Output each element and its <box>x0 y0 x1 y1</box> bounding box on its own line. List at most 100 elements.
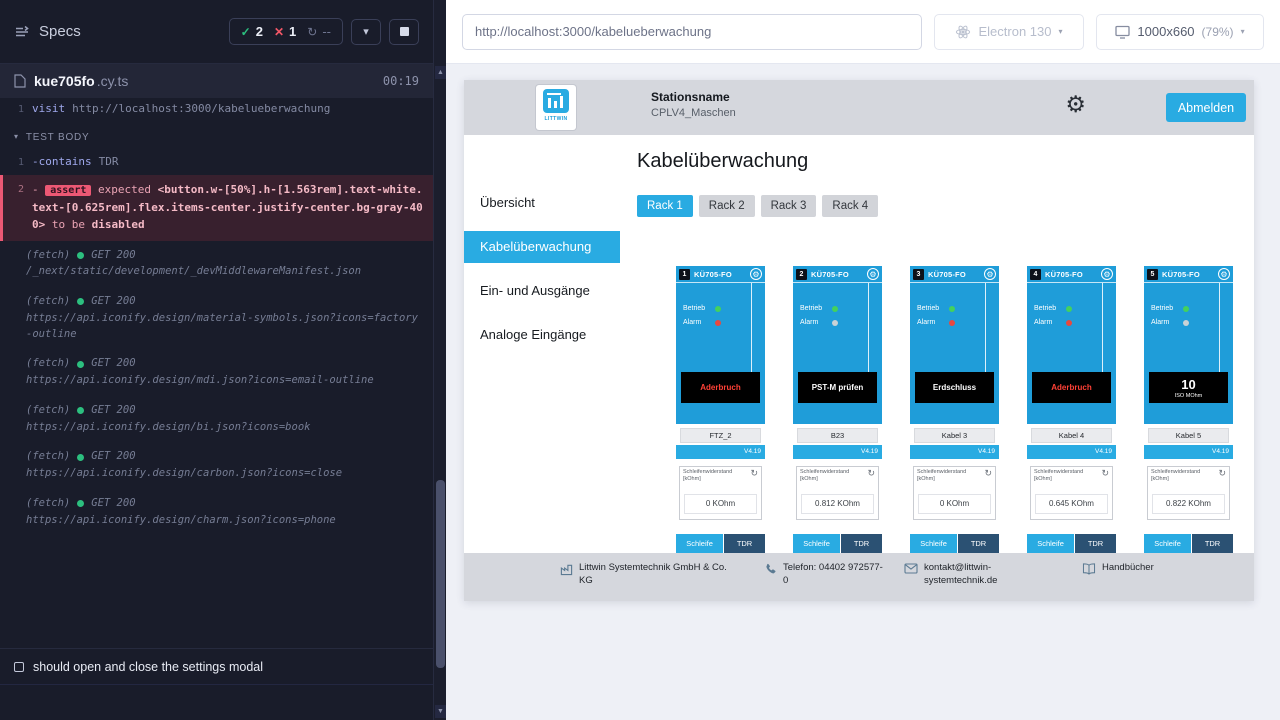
command-args: TDR <box>99 155 119 168</box>
fetch-log-entry[interactable]: (fetch)GET 200 https://api.iconify.desig… <box>0 349 433 396</box>
status-ok-dot <box>77 361 84 368</box>
fetch-head: (fetch)GET 200 <box>26 294 421 310</box>
footer-manuals[interactable]: Handbücher <box>1082 562 1232 575</box>
betrieb-label: Betrieb <box>800 305 828 312</box>
card-bottom: B23 V4.19 Schleifenwiderstand [kOhm] ↻ 0… <box>793 424 882 553</box>
status-text: Erdschluss <box>933 383 976 392</box>
runner-scrollbar[interactable]: ▲ ▼ <box>433 0 446 720</box>
alarm-row: Alarm <box>793 319 863 326</box>
fetch-status: GET 200 <box>91 248 135 264</box>
main-content: Kabelüberwachung Rack 1 Rack 2 Rack 3 Ra… <box>620 135 1254 553</box>
fetch-log-entry[interactable]: (fetch)GET 200 https://api.iconify.desig… <box>0 396 433 443</box>
tab-rack-4[interactable]: Rack 4 <box>822 195 878 217</box>
card-number-badge: 3 <box>913 269 924 280</box>
fetch-log-entry[interactable]: (fetch)GET 200 https://api.iconify.desig… <box>0 489 433 536</box>
card-number-badge: 2 <box>796 269 807 280</box>
command-assert-failed[interactable]: 2 - assert expected <button.w-[50%].h-[1… <box>0 175 433 241</box>
tdr-button[interactable]: TDR <box>958 534 999 553</box>
url-input[interactable] <box>462 14 922 50</box>
fetch-head: (fetch)GET 200 <box>26 248 421 264</box>
tdr-button[interactable]: TDR <box>724 534 765 553</box>
status-ok-dot <box>77 454 84 461</box>
device-card-2: 2 KÜ705-FO ⚙ Betrieb Alarm <box>793 266 882 553</box>
next-test-title[interactable]: should open and close the settings modal <box>0 649 433 685</box>
refresh-icon[interactable]: ↻ <box>1101 468 1109 479</box>
nav-uebersicht[interactable]: Übersicht <box>464 187 620 219</box>
aut-stage: Electron 130 ▾ 1000x660 (79%) ▾ LITTWIN … <box>446 0 1280 720</box>
tab-rack-1[interactable]: Rack 1 <box>637 195 693 217</box>
card-settings-icon[interactable]: ⚙ <box>867 268 879 280</box>
betrieb-row: Betrieb <box>910 305 980 312</box>
tab-rack-3[interactable]: Rack 3 <box>761 195 817 217</box>
card-bottom: FTZ_2 V4.19 Schleifenwiderstand [kOhm] ↻… <box>676 424 765 553</box>
app-footer: Littwin Systemtechnik GmbH & Co. KG Tele… <box>464 553 1254 601</box>
card-settings-icon[interactable]: ⚙ <box>984 268 996 280</box>
footer-company: Littwin Systemtechnik GmbH & Co. KG <box>560 562 742 588</box>
specs-button[interactable]: Specs <box>14 23 81 40</box>
betrieb-led <box>715 306 721 312</box>
refresh-icon[interactable]: ↻ <box>984 468 992 479</box>
command-number: 1 <box>12 101 24 117</box>
settings-gear-icon[interactable]: ⚙ <box>1065 93 1086 116</box>
firmware-version: V4.19 <box>1027 445 1116 459</box>
card-model-label: KÜ705-FO <box>810 270 864 279</box>
scroll-up-arrow[interactable]: ▲ <box>435 66 446 79</box>
nav-kabelueberwachung[interactable]: Kabelüberwachung <box>464 231 620 263</box>
nav-ein-und-ausgaenge[interactable]: Ein- und Ausgänge <box>464 275 620 307</box>
test-stats[interactable]: ✓2 ✕1 ↻-- <box>229 18 343 45</box>
test-body-section[interactable]: ▾ TEST BODY <box>0 121 433 151</box>
stat-failed: ✕1 <box>274 24 296 39</box>
nav-analoge-eingaenge[interactable]: Analoge Eingänge <box>464 319 620 351</box>
refresh-icon[interactable]: ↻ <box>867 468 875 479</box>
fetch-head: (fetch)GET 200 <box>26 496 421 512</box>
littwin-logo: LITTWIN <box>536 85 576 130</box>
firmware-version: V4.19 <box>1144 445 1233 459</box>
alarm-label: Alarm <box>1034 319 1062 326</box>
logout-button[interactable]: Abmelden <box>1166 93 1246 122</box>
spec-file-row[interactable]: kue705fo .cy.ts 00:19 <box>0 64 433 98</box>
card-settings-icon[interactable]: ⚙ <box>1218 268 1230 280</box>
card-settings-icon[interactable]: ⚙ <box>750 268 762 280</box>
command-body: visithttp://localhost:3000/kabelueberwac… <box>32 101 330 118</box>
command-visit[interactable]: 1 visithttp://localhost:3000/kabelueberw… <box>0 98 433 121</box>
resistance-value: 0.645 KOhm <box>1035 494 1108 514</box>
schleife-button[interactable]: Schleife <box>793 534 841 553</box>
fetch-log-entry[interactable]: (fetch)GET 200 /_next/static/development… <box>0 241 433 288</box>
schleife-button[interactable]: Schleife <box>676 534 724 553</box>
betrieb-label: Betrieb <box>1151 305 1179 312</box>
assert-dash: - <box>32 183 39 196</box>
card-model-label: KÜ705-FO <box>927 270 981 279</box>
fetch-url: https://api.iconify.design/charm.json?ic… <box>26 513 421 529</box>
refresh-icon[interactable]: ↻ <box>1218 468 1226 479</box>
spec-timer: 00:19 <box>383 74 419 88</box>
browser-select[interactable]: Electron 130 ▾ <box>934 14 1084 50</box>
command-contains[interactable]: 1 -containsTDR <box>0 151 433 174</box>
email-text: kontakt@littwin-systemtechnik.de <box>924 562 1024 588</box>
stop-button[interactable] <box>389 19 419 45</box>
schleife-button[interactable]: Schleife <box>910 534 958 553</box>
command-method: -contains <box>32 155 92 168</box>
card-header: 3 KÜ705-FO ⚙ <box>910 266 999 283</box>
card-divider <box>985 283 986 372</box>
alarm-row: Alarm <box>1144 319 1214 326</box>
viewport-select[interactable]: 1000x660 (79%) ▾ <box>1096 14 1264 50</box>
runner-header: Specs ✓2 ✕1 ↻-- ▾ <box>0 0 433 64</box>
tdr-button[interactable]: TDR <box>841 534 882 553</box>
scroll-down-arrow[interactable]: ▼ <box>435 705 446 718</box>
status-display: 10 ISO MOhm <box>1149 372 1228 403</box>
tdr-button[interactable]: TDR <box>1075 534 1116 553</box>
card-settings-icon[interactable]: ⚙ <box>1101 268 1113 280</box>
fetch-log-entry[interactable]: (fetch)GET 200 https://api.iconify.desig… <box>0 287 433 349</box>
tab-rack-2[interactable]: Rack 2 <box>699 195 755 217</box>
company-text: Littwin Systemtechnik GmbH & Co. KG <box>579 562 742 588</box>
tdr-button[interactable]: TDR <box>1192 534 1233 553</box>
device-card-4: 4 KÜ705-FO ⚙ Betrieb Alarm <box>1027 266 1116 553</box>
fetch-head: (fetch)GET 200 <box>26 449 421 465</box>
schleife-button[interactable]: Schleife <box>1027 534 1075 553</box>
card-buttons: Schleife TDR <box>793 534 882 553</box>
scrollbar-thumb[interactable] <box>436 480 445 668</box>
collapse-button[interactable]: ▾ <box>351 19 381 45</box>
fetch-log-entry[interactable]: (fetch)GET 200 https://api.iconify.desig… <box>0 442 433 489</box>
refresh-icon[interactable]: ↻ <box>750 468 758 479</box>
schleife-button[interactable]: Schleife <box>1144 534 1192 553</box>
